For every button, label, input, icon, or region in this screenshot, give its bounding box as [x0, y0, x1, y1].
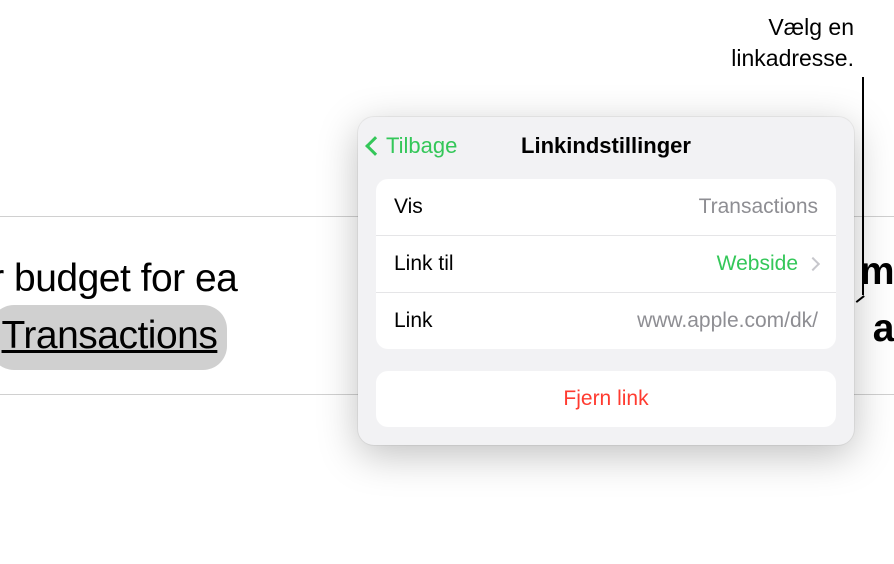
callout-connector-diagonal	[856, 295, 865, 302]
link-to-row[interactable]: Link til Webside	[376, 236, 836, 293]
callout-line2: linkadresse.	[731, 43, 854, 74]
selected-link-text[interactable]: Transactions	[2, 307, 218, 366]
back-button-label: Tilbage	[386, 133, 457, 159]
chevron-left-icon	[365, 136, 385, 156]
link-to-right: Webside	[717, 252, 818, 276]
bg-right-bold-1: m	[860, 250, 894, 294]
remove-link-button[interactable]: Fjern link	[376, 371, 836, 427]
display-row[interactable]: Vis Transactions	[376, 179, 836, 236]
callout-line1: Vælg en	[731, 12, 854, 43]
remove-link-label: Fjern link	[563, 387, 648, 410]
link-to-label: Link til	[394, 252, 454, 276]
settings-list: Vis Transactions Link til Webside Link w…	[376, 179, 836, 349]
link-to-value: Webside	[717, 252, 798, 276]
chevron-right-icon	[806, 257, 820, 271]
callout-connector-vertical	[862, 77, 864, 295]
link-url-label: Link	[394, 309, 433, 333]
link-settings-popover: Tilbage Linkindstillinger Vis Transactio…	[358, 117, 854, 445]
display-label: Vis	[394, 195, 423, 219]
popover-title: Linkindstillinger	[521, 133, 691, 159]
bg-right-bold-2: a	[873, 307, 894, 351]
back-button[interactable]: Tilbage	[368, 133, 457, 159]
callout-label: Vælg en linkadresse.	[731, 12, 854, 74]
bg-line1-text: ur budget for ea	[0, 257, 237, 300]
display-value: Transactions	[699, 195, 818, 219]
link-url-row[interactable]: Link www.apple.com/dk/	[376, 293, 836, 349]
link-url-value: www.apple.com/dk/	[637, 309, 818, 333]
popover-header: Tilbage Linkindstillinger	[358, 117, 854, 175]
